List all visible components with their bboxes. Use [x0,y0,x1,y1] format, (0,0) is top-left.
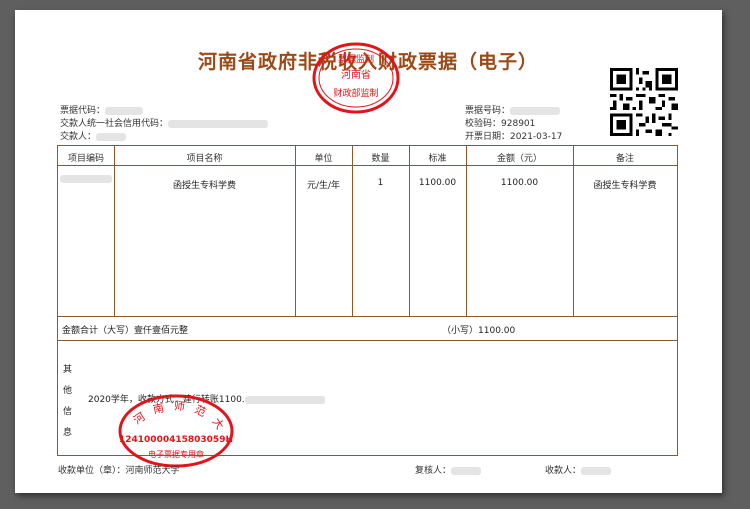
col-header-name: 项目名称 [186,154,223,164]
col-header-note: 备注 [615,154,634,164]
stamp-arc-text: 河南师范大学 [117,393,223,439]
row-note: 函授生专科学费 [593,181,657,191]
issue-date: 开票日期：2021-03-17 [465,129,562,142]
col-header-unit: 单位 [314,154,333,164]
col-header-amount: 金额（元） [496,154,542,164]
total-row: 金额合计（大写）壹仟壹佰元整 [62,323,188,336]
other-info-char: 他 [63,386,73,396]
qr-code [610,68,678,136]
payee-unit-label: 收款单位（章）： [58,466,126,476]
date-value: 2021-03-17 [510,132,563,142]
collector-label: 收款人： [545,466,582,476]
check-code-label: 校验码： [465,119,502,129]
payer-credit-code: 交款人统一社会信用代码： [60,116,269,129]
redacted-bill-no [510,106,561,115]
total-small-label: （小写） [442,326,479,336]
row-qty: 1 [377,178,384,188]
other-info-char: 其 [63,365,73,375]
bill-no-label: 票据号码： [465,106,511,116]
receipt-stamp: 河南师范大学 12410000415803059H 电子票据专用章 [117,393,234,468]
redacted-bill-code [105,106,144,115]
reviewer: 复核人： [415,463,482,476]
stamp-top-line1: 票据监制 [338,53,374,65]
collector: 收款人： [545,463,612,476]
other-info-char: 信 [63,407,73,417]
stamp-code: 12410000415803059H [119,435,233,445]
reviewer-label: 复核人： [415,466,452,476]
bill-number: 票据号码： [465,103,561,116]
supervision-stamp: 票据监制 河南省 财政部监制 [312,42,400,114]
payer-label: 交款人： [60,132,97,142]
total-label: 金额合计（大写） [62,326,135,336]
svg-text:河南师范大学: 河南师范大学 [117,393,232,439]
redacted-reviewer [451,466,482,475]
other-info-label: 其 他 信 息 [63,360,72,444]
redacted-collector [581,466,612,475]
redacted-item-code [60,174,112,183]
stamp-top-line3: 财政部监制 [333,87,378,99]
check-code-value: 928901 [501,119,536,129]
stamp-top-line2: 河南省 [341,68,371,81]
redacted-payer [96,132,127,141]
row-amount: 1100.00 [500,178,539,188]
payer: 交款人： [60,129,127,142]
redacted-account [244,395,325,404]
row-code [60,174,112,184]
payee-unit: 收款单位（章）：河南师范大学 [58,463,180,476]
payer-credit-label: 交款人统一社会信用代码： [60,119,169,129]
stamp-line: 电子票据专用章 [148,449,204,459]
bill-code: 票据代码： [60,103,144,116]
check-code: 校验码：928901 [465,116,535,129]
total-small: （小写）1100.00 [442,323,515,336]
row-std: 1100.00 [418,178,457,188]
col-header-qty: 数量 [371,154,390,164]
row-unit: 元/生/年 [306,181,341,191]
total-words: 壹仟壹佰元整 [134,326,189,336]
payee-unit-value: 河南师范大学 [125,466,180,476]
bill-code-label: 票据代码： [60,106,106,116]
col-header-code: 项目编码 [67,154,104,164]
total-small-value: 1100.00 [478,326,516,336]
col-header-std: 标准 [428,154,447,164]
redacted-credit-code [168,119,269,128]
date-label: 开票日期： [465,132,511,142]
row-name: 函授生专科学费 [172,181,236,191]
other-info-char: 息 [63,428,73,438]
